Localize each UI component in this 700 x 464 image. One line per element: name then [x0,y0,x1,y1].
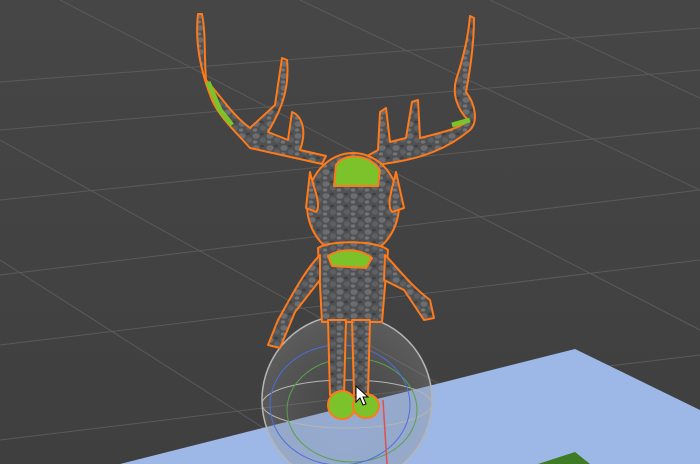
scene-canvas[interactable] [0,0,700,464]
character-model[interactable] [196,13,476,420]
scene-viewport[interactable] [0,0,700,464]
transform-gizmo[interactable] [261,314,433,464]
